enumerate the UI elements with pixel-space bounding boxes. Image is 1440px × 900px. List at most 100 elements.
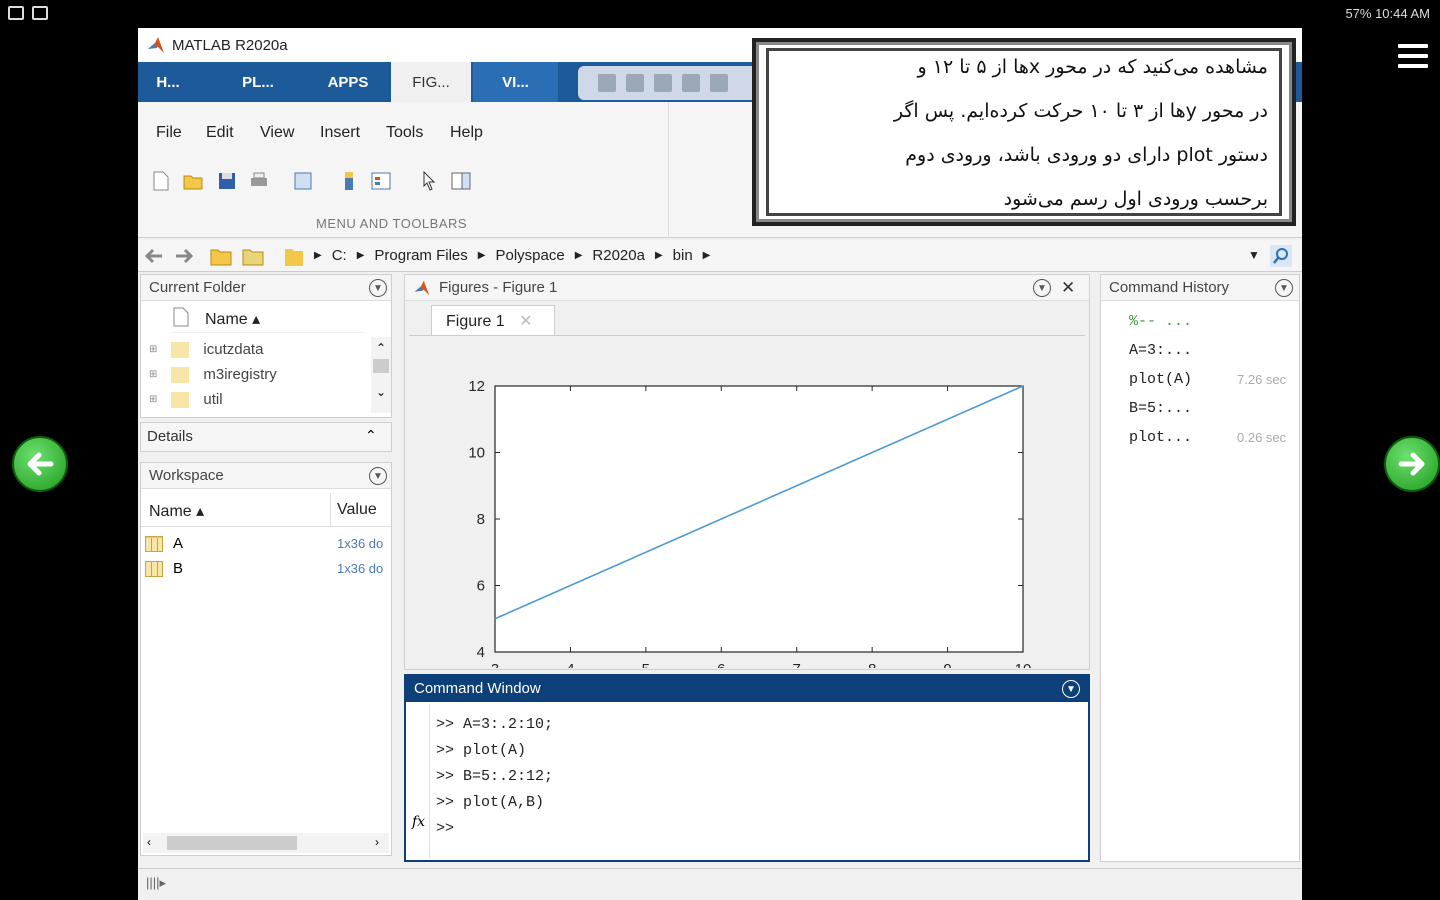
tab-view[interactable]: VI... [473,62,558,102]
back-arrow-icon[interactable] [144,247,164,265]
list-item[interactable]: %-- ... [1129,307,1299,336]
quick-access-toolbar [578,66,768,100]
workspace-name-header[interactable]: Name ▴ [141,493,331,527]
x-tick-label: 9 [943,661,951,668]
workspace-panel: Workspace ▼ Name ▴ Value A 1x36 do B 1x3… [140,462,392,856]
tab-plots[interactable]: PL... [218,62,298,102]
variable-value: 1x36 do [337,561,384,576]
x-tick-label: 4 [566,661,574,668]
x-tick-label: 3 [491,661,499,668]
copy-icon[interactable] [654,74,672,92]
y-tick-label: 6 [477,578,485,595]
details-title: Details [147,428,193,445]
callout-line: برحسب ورودی اول رسم می‌شود [1003,188,1268,210]
callout-line: مشاهده می‌کنید که در محور xها از ۵ تا ۱۲… [917,56,1268,78]
column-name-header[interactable]: Name ▴ [171,305,365,333]
y-tick-label: 4 [477,644,485,661]
colorbar-icon[interactable] [338,170,360,192]
paste-icon[interactable] [682,74,700,92]
workspace-rows: A 1x36 do B 1x36 do [141,531,391,581]
plot-browser-icon[interactable] [450,170,472,192]
function-browser-icon[interactable]: fx [412,814,425,830]
next-arrow-icon[interactable] [1384,436,1440,492]
scroll-up-icon: ⌃ [375,341,387,355]
forward-arrow-icon[interactable] [174,247,194,265]
list-item[interactable]: ⊞ util [149,387,371,412]
breadcrumb-r2020a[interactable]: R2020a [592,247,645,264]
table-row[interactable]: B 1x36 do [141,556,391,581]
command-history-title: Command History [1101,275,1299,301]
details-panel[interactable]: Details ⌃ [140,422,392,452]
collapse-chevron-icon[interactable]: ⌃ [365,427,377,444]
list-item[interactable]: A=3:... [1129,336,1299,365]
root-folder-icon [285,249,303,266]
save-figure-icon[interactable] [216,170,238,192]
figures-options-icon[interactable]: ▼ [1033,279,1051,297]
history-list: %-- ... A=3:... plot(A) 7.26 sec B=5:... … [1129,307,1299,452]
workspace-hscrollbar[interactable]: ‹ › [143,833,389,853]
new-figure-icon[interactable] [150,170,172,192]
matrix-icon [145,535,163,552]
scroll-thumb [167,836,297,850]
link-plot-icon[interactable] [292,170,314,192]
save-icon[interactable] [598,74,616,92]
history-options-icon[interactable]: ▼ [1275,279,1293,297]
list-item[interactable]: ⊞ icutzdata [149,337,371,362]
legend-icon[interactable] [370,170,392,192]
browse-folder-icon[interactable] [242,246,264,266]
command-line: >> plot(A) [436,742,527,759]
undo-icon[interactable] [710,74,728,92]
current-folder-title: Current Folder [141,275,391,301]
list-item[interactable]: ⊞ m3iregistry [149,362,371,387]
figure-tab-label: Figure 1 [446,313,505,330]
previous-arrow-icon[interactable] [12,436,68,492]
y-tick-label: 12 [468,378,485,395]
list-item[interactable]: B=5:... [1129,394,1299,423]
list-item[interactable]: plot(A) 7.26 sec [1129,365,1299,394]
command-prompt: >> [436,820,455,837]
workspace-value-header[interactable]: Value [331,493,391,527]
menu-icon[interactable] [1398,44,1428,68]
table-row[interactable]: A 1x36 do [141,531,391,556]
command-history-panel: Command History ▼ %-- ... A=3:... plot(A… [1100,274,1300,862]
tab-home[interactable]: H... [138,62,198,102]
menu-insert[interactable]: Insert [320,124,360,142]
panel-options-icon[interactable]: ▼ [369,279,387,297]
menu-tools[interactable]: Tools [386,124,423,142]
menu-file[interactable]: File [156,124,182,142]
tab-figure-1[interactable]: Figure 1 ✕ [431,305,555,335]
command-line: >> plot(A,B) [436,794,545,811]
workspace-options-icon[interactable]: ▼ [369,467,387,485]
menu-help[interactable]: Help [450,124,483,142]
breadcrumb-polyspace[interactable]: Polyspace [495,247,564,264]
print-icon[interactable] [248,170,270,192]
breadcrumb: ▶ C: ▶ Program Files ▶ Polyspace ▶ R2020a ▶ … [314,247,711,264]
cut-icon[interactable] [626,74,644,92]
pointer-icon[interactable] [418,170,440,192]
scroll-right-icon: › [375,835,379,849]
tab-close-icon[interactable]: ✕ [519,313,532,330]
folder-scrollbar[interactable]: ⌃ ⌄ [371,337,391,413]
notification-icons [8,6,48,20]
command-window-options-icon[interactable]: ▼ [1062,680,1080,698]
tab-apps[interactable]: APPS [308,62,388,102]
tab-figure[interactable]: FIG... [391,62,471,102]
x-tick-label: 5 [642,661,650,668]
up-folder-icon[interactable] [210,246,232,266]
command-window-title: Command Window [406,676,1088,702]
open-file-icon[interactable] [182,170,204,192]
command-lines[interactable]: >> A=3:.2:10; >> plot(A) >> B=5:.2:12; >… [436,712,553,842]
command-line: >> A=3:.2:10; [436,716,554,733]
menu-edit[interactable]: Edit [206,124,234,142]
search-icon[interactable] [1270,245,1292,267]
breadcrumb-program-files[interactable]: Program Files [374,247,467,264]
figures-panel: Figures - Figure 1 ▼ ✕ Figure 1 ✕ 345678… [404,274,1090,678]
breadcrumb-bin[interactable]: bin [673,247,693,264]
x-tick-label: 6 [717,661,725,668]
close-icon[interactable]: ✕ [1061,278,1075,298]
breadcrumb-drive[interactable]: C: [332,247,347,264]
path-dropdown-icon[interactable]: ▼ [1248,248,1260,262]
list-item[interactable]: plot... 0.26 sec [1129,423,1299,452]
menu-view[interactable]: View [260,124,294,142]
address-bar: ▶ C: ▶ Program Files ▶ Polyspace ▶ R2020a ▶ … [138,240,1302,272]
